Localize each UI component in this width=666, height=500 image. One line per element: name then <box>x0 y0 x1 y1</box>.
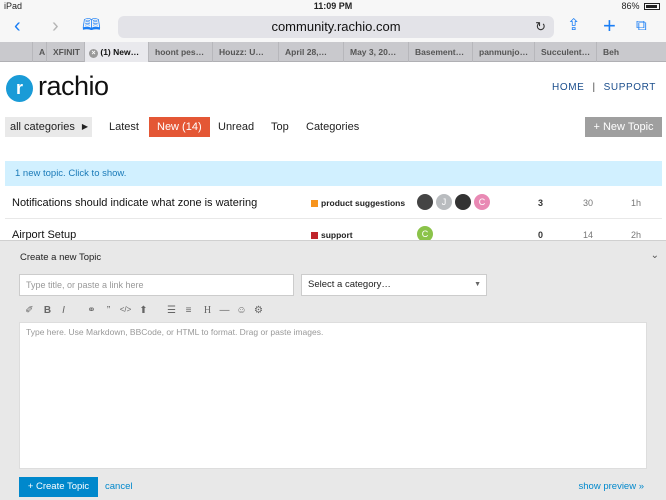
create-topic-button[interactable]: + Create Topic <box>19 477 98 497</box>
cancel-link[interactable]: cancel <box>105 481 132 492</box>
topic-category[interactable]: support <box>311 230 353 240</box>
rachio-logo-icon[interactable]: r <box>6 75 33 102</box>
support-link[interactable]: SUPPORT <box>604 82 656 93</box>
rule-icon[interactable]: — <box>218 305 231 316</box>
caret-right-icon: ▶ <box>81 122 88 131</box>
nav-top[interactable]: Top <box>271 117 289 137</box>
topic-composer: Create a new Topic ⌄ Type title, or past… <box>0 240 666 500</box>
bold-icon[interactable]: B <box>41 305 54 316</box>
heading-icon[interactable]: H <box>201 305 214 316</box>
code-icon[interactable]: </> <box>119 305 132 314</box>
bullet-list-icon[interactable]: ☰ <box>165 305 178 316</box>
emoji-icon[interactable]: ☺ <box>235 305 248 316</box>
browser-tab[interactable]: Houzz: U… <box>212 42 278 62</box>
browser-tab[interactable]: panmunjo… <box>472 42 534 62</box>
browser-tab[interactable]: Basement… <box>408 42 472 62</box>
forward-icon[interactable]: › <box>52 15 59 37</box>
reply-count: 0 <box>537 230 543 240</box>
nav-new[interactable]: New (14) <box>149 117 210 137</box>
battery-icon <box>644 3 660 10</box>
tab-label: (1) New… <box>100 47 140 57</box>
view-count: 30 <box>582 198 593 208</box>
battery-percent: 86% <box>621 1 640 11</box>
header-separator: | <box>592 82 596 93</box>
nav-latest[interactable]: Latest <box>109 117 139 137</box>
rachio-logo-text[interactable]: rachio <box>38 71 109 102</box>
avatar[interactable] <box>417 194 433 210</box>
category-swatch <box>311 200 318 207</box>
activity-time[interactable]: 1h <box>621 198 641 208</box>
battery-status: 86% <box>621 1 660 11</box>
avatar[interactable]: J <box>436 194 452 210</box>
category-dropdown-label: all categories <box>10 121 75 133</box>
address-bar[interactable]: community.rachio.com ↻ <box>118 16 554 38</box>
browser-tab-active[interactable]: × (1) New… <box>84 42 148 62</box>
clock: 11:09 PM <box>313 1 353 11</box>
site-header: r rachio HOME | SUPPORT <box>0 62 666 112</box>
numbered-list-icon[interactable]: ≡ <box>182 305 195 316</box>
new-topic-button[interactable]: + New Topic <box>585 117 662 137</box>
nav-categories[interactable]: Categories <box>306 117 359 137</box>
topic-title-input[interactable]: Type title, or paste a link here <box>19 274 294 296</box>
status-bar: iPad 11:09 PM 86% <box>0 0 666 12</box>
topic-category[interactable]: product suggestions <box>311 198 405 208</box>
topic-title[interactable]: Notifications should indicate what zone … <box>12 197 257 209</box>
show-preview-link[interactable]: show preview » <box>579 481 644 492</box>
tabs-overview-icon[interactable]: ⧉ <box>636 15 647 37</box>
browser-toolbar: ‹ › 🕮 community.rachio.com ↻ ⇪ + ⧉ <box>0 12 666 42</box>
activity-time[interactable]: 2h <box>621 230 641 240</box>
category-select[interactable]: Select a category… ▼ <box>301 274 487 296</box>
chevron-down-icon: ▼ <box>474 281 481 288</box>
avatar[interactable] <box>455 194 471 210</box>
bookmarks-icon[interactable]: 🕮 <box>82 15 101 37</box>
back-icon[interactable]: ‹ <box>14 15 21 37</box>
url-text: community.rachio.com <box>271 19 401 34</box>
link-icon[interactable]: ⚭ <box>85 305 98 316</box>
reload-icon[interactable]: ↻ <box>535 16 546 38</box>
browser-tab[interactable]: April 28,… <box>278 42 343 62</box>
editor-toolbar: ✐ B I ⚭ ” </> ⬆ ☰ ≡ H — ☺ ⚙ <box>19 301 647 323</box>
topic-navigation: all categories ▶ Latest New (14) Unread … <box>0 117 666 139</box>
browser-tab[interactable]: May 3, 20… <box>343 42 408 62</box>
topic-row[interactable]: Notifications should indicate what zone … <box>5 189 662 219</box>
tab-strip: A XFINIT × (1) New… hoont pes… Houzz: U…… <box>0 42 666 62</box>
share-icon[interactable]: ⇪ <box>567 15 580 37</box>
quote-icon[interactable]: ✐ <box>23 305 36 316</box>
new-tab-icon[interactable]: + <box>603 15 616 37</box>
italic-icon[interactable]: I <box>57 305 70 316</box>
home-link[interactable]: HOME <box>552 82 584 93</box>
avatar[interactable]: C <box>474 194 490 210</box>
browser-tab[interactable]: A <box>32 42 46 62</box>
options-icon[interactable]: ⚙ <box>252 305 265 316</box>
browser-tab[interactable]: XFINIT <box>46 42 84 62</box>
browser-tab[interactable]: Succulent… <box>534 42 596 62</box>
upload-icon[interactable]: ⬆ <box>137 305 150 316</box>
category-dropdown[interactable]: all categories ▶ <box>5 117 92 137</box>
reply-count: 3 <box>537 198 543 208</box>
blockquote-icon[interactable]: ” <box>102 305 115 316</box>
header-links: HOME | SUPPORT <box>552 82 656 93</box>
nav-unread[interactable]: Unread <box>218 117 254 137</box>
browser-tab[interactable]: hoont pes… <box>148 42 212 62</box>
new-topics-banner[interactable]: 1 new topic. Click to show. <box>5 161 662 186</box>
close-tab-icon[interactable]: × <box>89 49 98 58</box>
category-select-value: Select a category… <box>308 279 391 290</box>
chevron-down-icon[interactable]: ⌄ <box>651 250 659 261</box>
browser-tab[interactable]: Beh <box>596 42 620 62</box>
composer-heading: Create a new Topic <box>20 252 102 263</box>
category-swatch <box>311 232 318 239</box>
view-count: 14 <box>582 230 593 240</box>
post-editor[interactable]: Type here. Use Markdown, BBCode, or HTML… <box>19 322 647 469</box>
